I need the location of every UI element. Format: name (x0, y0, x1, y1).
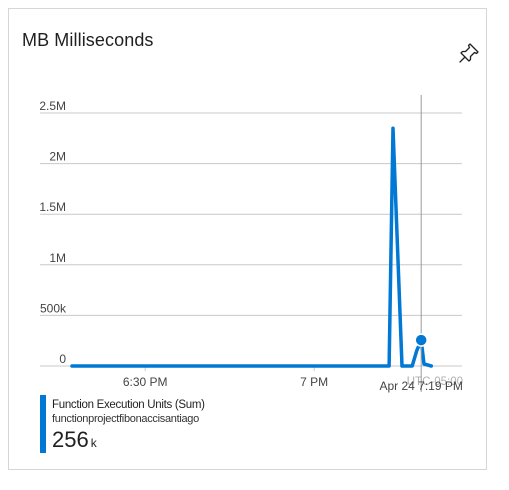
legend-value-number: 256 (52, 427, 89, 452)
legend-value: 256 k (52, 429, 97, 454)
y-tick-label: 0 (59, 352, 66, 366)
x-tick-label: 7 PM (300, 375, 328, 389)
legend-metric-name: Function Execution Units (Sum) (52, 399, 205, 411)
x-tick-label: 6:30 PM (123, 375, 168, 389)
cursor-marker (414, 333, 428, 347)
legend-color-bar (40, 395, 46, 453)
y-axis-ticks: 0 500k 1M 1.5M 2M 2.5M (39, 99, 67, 366)
legend-resource-name: functionprojectfibonaccisantiago (52, 413, 199, 425)
y-tick-label: 1M (49, 251, 66, 265)
y-tick-label: 1.5M (39, 200, 66, 214)
cursor-time-label: Apr 24 7:19 PM (379, 379, 462, 393)
legend-value-unit: k (90, 436, 97, 450)
y-tick-label: 500k (40, 301, 67, 315)
y-tick-label: 2M (49, 150, 66, 164)
y-tick-label: 2.5M (39, 99, 66, 113)
